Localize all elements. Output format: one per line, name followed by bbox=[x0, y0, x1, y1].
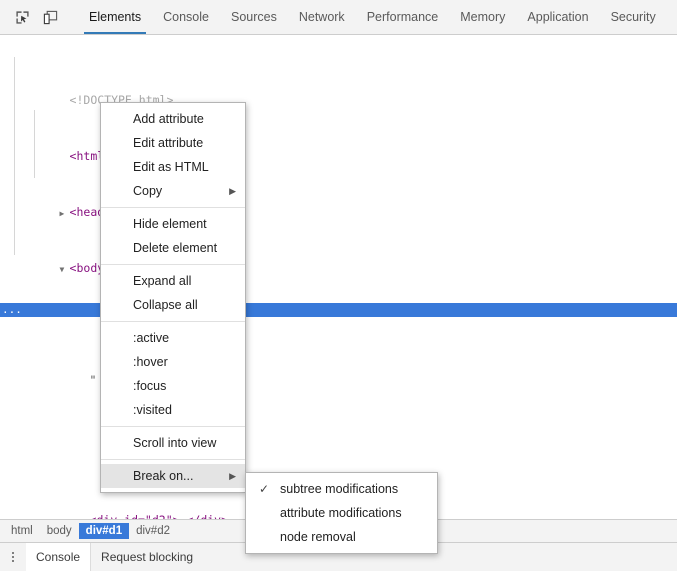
menu-item-edit-as-html[interactable]: Edit as HTML bbox=[101, 155, 245, 179]
tab-sources[interactable]: Sources bbox=[220, 0, 288, 34]
drawer-tab-label: Request blocking bbox=[101, 550, 194, 564]
tab-application[interactable]: Application bbox=[516, 0, 599, 34]
menu-item-focus[interactable]: :focus bbox=[101, 374, 245, 398]
twisty-expanded-icon[interactable]: ▼ bbox=[60, 263, 70, 277]
breadcrumb-label: div#d2 bbox=[136, 525, 170, 537]
menu-item-label: :visited bbox=[133, 403, 172, 417]
menu-item-visited[interactable]: :visited bbox=[101, 398, 245, 422]
breadcrumb-item-div-d1[interactable]: div#d1 bbox=[78, 523, 130, 539]
menu-separator-5 bbox=[101, 459, 245, 460]
breadcrumb-label: div#d1 bbox=[85, 525, 123, 537]
submenu-item-node-removal[interactable]: node removal bbox=[246, 525, 437, 549]
menu-separator-2 bbox=[101, 264, 245, 265]
chevron-right-icon: ▶ bbox=[229, 471, 236, 481]
menu-item-expand-all[interactable]: Expand all bbox=[101, 269, 245, 293]
menu-item-label: Edit attribute bbox=[133, 136, 204, 150]
menu-item-label: Copy bbox=[133, 184, 163, 198]
menu-item-break-on[interactable]: Break on... ▶ bbox=[101, 464, 245, 488]
menu-item-collapse-all[interactable]: Collapse all bbox=[101, 293, 245, 317]
tab-application-label: Application bbox=[527, 10, 589, 24]
menu-item-label: :hover bbox=[133, 355, 168, 369]
device-toolbar-icon[interactable] bbox=[36, 4, 64, 30]
kebab-dot bbox=[12, 556, 14, 558]
dom-context-menu: Add attribute Edit attribute Edit as HTM… bbox=[100, 102, 246, 493]
tab-elements[interactable]: Elements bbox=[78, 0, 152, 34]
chevron-right-icon: ▶ bbox=[229, 186, 236, 196]
tab-memory-label: Memory bbox=[460, 10, 506, 24]
inspect-element-icon[interactable] bbox=[8, 4, 36, 30]
submenu-item-label: node removal bbox=[280, 530, 356, 544]
tab-security[interactable]: Security bbox=[600, 0, 667, 34]
menu-item-delete-element[interactable]: Delete element bbox=[101, 236, 245, 260]
tab-memory[interactable]: Memory bbox=[449, 0, 516, 34]
break-on-submenu: ✓ subtree modifications attribute modifi… bbox=[245, 472, 438, 554]
twisty-collapsed-icon[interactable]: ▶ bbox=[60, 207, 70, 221]
kebab-icon[interactable] bbox=[0, 543, 26, 571]
node-more-badge[interactable]: ... bbox=[2, 303, 22, 317]
menu-separator-1 bbox=[101, 207, 245, 208]
devtools-toolbar: Elements Console Sources Network Perform… bbox=[0, 0, 677, 35]
submenu-item-subtree-modifications[interactable]: ✓ subtree modifications bbox=[246, 477, 437, 501]
tab-performance[interactable]: Performance bbox=[356, 0, 450, 34]
menu-separator-4 bbox=[101, 426, 245, 427]
menu-item-edit-attribute[interactable]: Edit attribute bbox=[101, 131, 245, 155]
tab-security-label: Security bbox=[610, 10, 656, 24]
device-toolbar-glyph bbox=[43, 10, 57, 24]
menu-item-label: Break on... bbox=[133, 469, 194, 483]
kebab-dot bbox=[12, 552, 14, 554]
tab-network-label: Network bbox=[298, 10, 345, 24]
menu-item-label: Delete element bbox=[133, 241, 218, 255]
breadcrumb-label: body bbox=[46, 525, 72, 537]
tab-sources-label: Sources bbox=[230, 10, 277, 24]
tab-audits[interactable]: Audits bbox=[667, 0, 677, 34]
tab-console-label: Console bbox=[163, 10, 209, 24]
breadcrumb-label: html bbox=[11, 525, 33, 537]
breadcrumb-item-div-d2[interactable]: div#d2 bbox=[129, 523, 177, 539]
menu-item-label: Edit as HTML bbox=[133, 160, 209, 174]
checkmark-icon: ✓ bbox=[259, 482, 270, 496]
toolbar-icon-group bbox=[0, 0, 68, 34]
submenu-item-label: attribute modifications bbox=[280, 506, 402, 520]
menu-item-label: Collapse all bbox=[133, 298, 198, 312]
tab-performance-label: Performance bbox=[366, 10, 439, 24]
menu-item-label: Scroll into view bbox=[133, 436, 217, 450]
drawer-tab-label: Console bbox=[36, 550, 81, 564]
drawer-tab-request-blocking[interactable]: Request blocking bbox=[91, 543, 203, 571]
kebab-dot bbox=[12, 560, 14, 562]
menu-item-copy[interactable]: Copy ▶ bbox=[101, 179, 245, 203]
dom-node-text: " bbox=[89, 373, 97, 387]
menu-item-active[interactable]: :active bbox=[101, 326, 245, 350]
tab-elements-label: Elements bbox=[89, 10, 142, 24]
drawer-tab-console[interactable]: Console bbox=[26, 543, 92, 571]
tab-console[interactable]: Console bbox=[152, 0, 220, 34]
menu-item-label: :active bbox=[133, 331, 170, 345]
tab-network[interactable]: Network bbox=[288, 0, 356, 34]
menu-item-hover[interactable]: :hover bbox=[101, 350, 245, 374]
menu-item-label: :focus bbox=[133, 379, 167, 393]
menu-item-hide-element[interactable]: Hide element bbox=[101, 212, 245, 236]
menu-item-label: Expand all bbox=[133, 274, 192, 288]
twisty-expanded-icon[interactable]: ▼ bbox=[70, 319, 80, 333]
menu-separator-3 bbox=[101, 321, 245, 322]
menu-item-add-attribute[interactable]: Add attribute bbox=[101, 107, 245, 131]
breadcrumb-item-body[interactable]: body bbox=[40, 523, 79, 539]
inspect-element-glyph bbox=[15, 10, 29, 24]
submenu-item-attribute-modifications[interactable]: attribute modifications bbox=[246, 501, 437, 525]
breadcrumb-item-html[interactable]: html bbox=[4, 523, 40, 539]
menu-item-label: Hide element bbox=[133, 217, 207, 231]
dom-node-doctype[interactable]: <!DOCTYPE html> bbox=[0, 79, 677, 107]
menu-item-label: Add attribute bbox=[133, 112, 204, 126]
menu-item-scroll-into-view[interactable]: Scroll into view bbox=[101, 431, 245, 455]
panel-tabs: Elements Console Sources Network Perform… bbox=[78, 0, 677, 34]
submenu-item-label: subtree modifications bbox=[280, 482, 399, 496]
